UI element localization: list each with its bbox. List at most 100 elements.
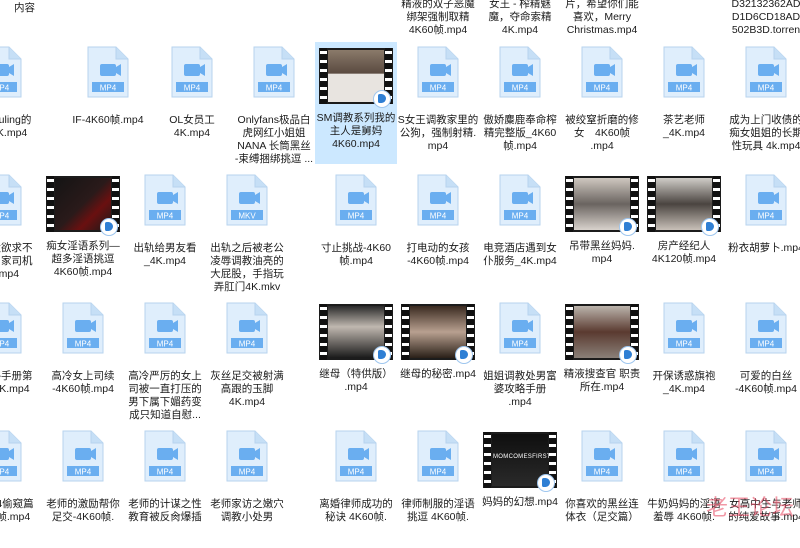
file-item[interactable]: MOMCOMESFIRST 妈妈的幻想.mp4 [479, 426, 561, 548]
file-item[interactable]: MP4 OL女员工 4K.mp4 [151, 42, 233, 164]
file-type-tag: MP4 [100, 84, 117, 93]
file-type-tag: MP4 [239, 468, 256, 477]
file-type-tag: MP4 [512, 212, 529, 221]
media-player-badge-icon [619, 218, 637, 236]
video-file-icon: MP4 [663, 430, 705, 482]
file-item[interactable]: MP4 打电动的女孩 -4K60帧.mp4 [397, 170, 479, 292]
file-type-tag: MP4 [157, 212, 174, 221]
file-name: SM调教系列我的 主人是舅妈 4K60.mp4 [316, 112, 396, 150]
file-item[interactable]: MP4 茶艺老师 _4K.mp4 [643, 42, 725, 164]
file-item[interactable]: MP4 婆攻略手册第 二部4K.mp4 [0, 298, 42, 420]
video-file-icon: MP4 [745, 174, 787, 226]
file-item[interactable]: MP4 开保诱惑旗袍 _4K.mp4 [643, 298, 725, 420]
file-item[interactable]: MP4 老师的计谋之性 教育被反肏爆插 [124, 426, 206, 548]
file-type-tag: MP4 [0, 212, 10, 221]
file-item[interactable]: MP4 高冷女上司续 -4K60帧.mp4 [42, 298, 124, 420]
file-name: 女太太欲求不 勾引自家司机 4K.mp4 [0, 242, 33, 280]
media-player-badge-icon [373, 90, 391, 108]
video-file-icon: MP4 [417, 46, 459, 98]
file-type-tag: MP4 [594, 84, 611, 93]
file-name: 出轨之后被老公 凌辱调教油亮的 大屁股，手指玩 弄肛门4K.mkv [210, 242, 284, 293]
video-file-icon: MP4 [745, 430, 787, 482]
file-type-tag: MP4 [157, 468, 174, 477]
file-item[interactable]: MP4 被绞窒折磨的修 女 4K60帧 .mp4 [561, 42, 643, 164]
file-item[interactable]: MP4 律师制服的淫语 挑逗 4K60帧. [397, 426, 479, 548]
file-name: 离婚律师成功的 秘诀 4K60帧. [319, 498, 393, 523]
file-item[interactable]: MP4 S女王调教家里的 公狗，强制射精. mp4 [397, 42, 479, 164]
file-item[interactable]: MP4 姐姐调教处男富 婆攻略手册 .mp4 [479, 298, 561, 420]
film-perforation [484, 432, 491, 488]
file-item[interactable]: MP4 寸止挑战-4K60 帧.mp4 [315, 170, 397, 292]
file-name: 被绞窒折磨的修 女 4K60帧 .mp4 [565, 114, 639, 152]
file-name: IF-4K60帧.mp4 [72, 114, 144, 126]
file-name: 你喜欢的黑丝连 体衣（足交篇） [565, 498, 639, 523]
file-item[interactable]: 继母的秘密.mp4 [397, 298, 479, 420]
file-name: OL女员工 4K.mp4 [169, 114, 215, 139]
video-thumbnail [565, 304, 639, 364]
file-item[interactable]: MP4 ulingbuling的 鞋_4K.mp4 [0, 42, 42, 164]
file-item[interactable]: MP4 IF-4K60帧.mp4 [67, 42, 149, 164]
file-name-top-7[interactable]: 片，希望你们能 喜欢，Merry Christmas.mp4 [561, 0, 643, 37]
file-item[interactable]: MP4 成为上门收债的 痴女姐姐的长期 性玩具 4k.mp4 [725, 42, 800, 164]
media-player-badge-icon [455, 346, 473, 364]
file-name: 电竞酒店遇到女 仆服务_4K.mp4 [483, 242, 557, 267]
video-file-icon: MP4 [745, 302, 787, 354]
file-item[interactable]: SM调教系列我的 主人是舅妈 4K60.mp4 [315, 42, 397, 164]
file-item[interactable]: 吊带黑丝妈妈. mp4 [561, 170, 643, 292]
file-item[interactable]: MP4 女太太欲求不 勾引自家司机 4K.mp4 [0, 170, 42, 292]
file-type-tag: MKV [238, 212, 256, 221]
video-file-icon: MP4 [62, 302, 104, 354]
file-item[interactable]: 精液搜查官 职责 所在.mp4 [561, 298, 643, 420]
file-type-tag: MP4 [0, 84, 10, 93]
file-name-top-6[interactable]: 女王 - 榨精魅 魔，夺命索精 4K.mp4 [479, 0, 561, 37]
video-file-icon: MP4 [62, 430, 104, 482]
file-item[interactable]: MP4 牛奶妈妈的淫语 羞辱 4K60帧. [643, 426, 725, 548]
file-item[interactable]: MP4 电竞酒店遇到女 仆服务_4K.mp4 [479, 170, 561, 292]
video-file-icon: MP4 [171, 46, 213, 98]
file-item[interactable]: MP4 老师的激励帮你 足交-4K60帧. [42, 426, 124, 548]
file-name-top-8[interactable]: D32132362AD D1D6CD18AD 502B3D.torren [725, 0, 800, 37]
file-item[interactable]: MP4 粉衣胡萝卜.mp4 [725, 170, 800, 292]
media-player-badge-icon [619, 346, 637, 364]
video-file-icon: MP4 [144, 302, 186, 354]
file-name: 律师制服的淫语 挑逗 4K60帧. [401, 498, 475, 523]
file-item[interactable]: 痴女淫语系列— 超多淫语挑逗 4K60帧.mp4 [42, 170, 124, 292]
file-item[interactable]: MP4 女高中生与老师 的纯爱故事.mp4 [725, 426, 800, 548]
file-item[interactable]: MP4 高冷严厉的女上 司被一直打压的 男下属下媚药变 成只知道自慰... [124, 298, 206, 421]
file-name-top-5[interactable]: 精液的双子恶魔 绑架强制取精 4K60帧.mp4 [397, 0, 479, 37]
file-item[interactable]: MP4 离婚律师成功的 秘诀 4K60帧. [315, 426, 397, 548]
file-name: 继母（特供版） .mp4 [319, 368, 393, 393]
file-item[interactable]: MP4 Onlyfans极品白 虎网红小姐姐 NANA 长筒黑丝 -束缚捆绑挑逗… [233, 42, 315, 165]
file-type-tag: MP4 [75, 468, 92, 477]
content-column-label: 内容 [14, 2, 35, 14]
file-item[interactable]: MP4 可爱的白丝 -4K60帧.mp4 [725, 298, 800, 420]
file-item[interactable]: MP4 你喜欢的黑丝连 体衣（足交篇） [561, 426, 643, 548]
video-file-icon: MP4 [144, 174, 186, 226]
file-type-tag: MP4 [239, 340, 256, 349]
file-item[interactable]: MP4 师2024偷窥篇 4K60帧.mp4 [0, 426, 42, 548]
film-perforation [648, 176, 655, 232]
media-player-badge-icon [701, 218, 719, 236]
video-file-icon: MKV [226, 174, 268, 226]
file-item[interactable]: 继母（特供版） .mp4 [315, 298, 397, 420]
file-item[interactable]: MP4 出轨给男友看 _4K.mp4 [124, 170, 206, 292]
file-item[interactable]: 房产经纪人 4K120帧.mp4 [643, 170, 725, 292]
file-item[interactable]: MKV 出轨之后被老公 凌辱调教油亮的 大屁股，手指玩 弄肛门4K.mkv [206, 170, 288, 293]
file-item[interactable]: MP4 灰丝足交被射满 高跟的玉脚 4K.mp4 [206, 298, 288, 420]
file-type-tag: MP4 [266, 84, 283, 93]
file-name: ulingbuling的 鞋_4K.mp4 [0, 114, 32, 139]
file-item[interactable]: MP4 傲娇麋鹿奉命榨 精完整版_4K60 帧.mp4 [479, 42, 561, 164]
file-name: 老师的计谋之性 教育被反肏爆插 [128, 498, 202, 523]
media-player-badge-icon [537, 474, 555, 492]
file-name-line: 魔，夺命索精 [488, 11, 552, 23]
file-name: S女王调教家里的 公狗，强制射精. mp4 [397, 114, 479, 152]
file-name: 继母的秘密.mp4 [400, 368, 476, 380]
video-file-icon: MP4 [335, 174, 377, 226]
file-name: 可爱的白丝 -4K60帧.mp4 [735, 370, 797, 395]
film-perforation [320, 48, 327, 104]
video-thumbnail [319, 48, 393, 108]
file-type-tag: MP4 [75, 340, 92, 349]
video-thumbnail [565, 176, 639, 236]
file-item[interactable]: MP4 老师家访之嫩穴 调教小处男 [206, 426, 288, 548]
file-name: 粉衣胡萝卜.mp4 [728, 242, 800, 254]
